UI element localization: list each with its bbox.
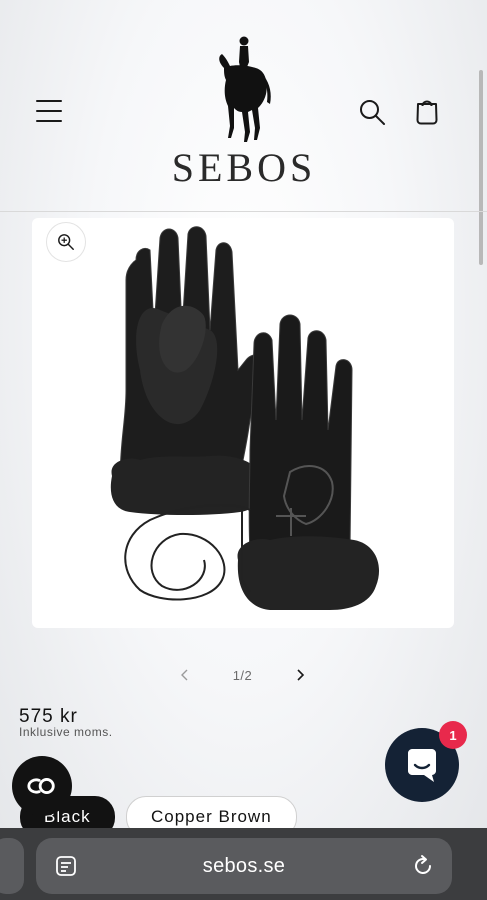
previous-tab-stub[interactable] [0,838,24,894]
zoom-button[interactable] [46,222,86,262]
slider-next-button[interactable] [285,660,315,690]
slider-prev-button[interactable] [170,660,200,690]
cart-button[interactable] [412,96,442,126]
site-header: SEBOS [0,0,487,212]
slider-counter: 1/2 [232,667,253,683]
browser-bottom-bar: sebos.se [0,828,487,900]
cart-icon [416,100,438,125]
tax-note: Inklusive moms. [19,725,113,739]
hamburger-icon [36,100,62,102]
chevron-left-icon [181,669,188,681]
accessibility-button[interactable] [12,756,72,816]
chat-icon [408,749,436,782]
chevron-right-icon [297,669,305,681]
slider-navigation: 1/2 [170,660,315,690]
address-bar[interactable]: sebos.se [36,838,452,894]
chat-notification-badge: 1 [439,721,467,749]
gloves-image[interactable] [100,220,390,620]
reload-icon[interactable] [410,853,436,879]
menu-button[interactable] [36,98,62,124]
search-icon [360,100,385,125]
brand-logo[interactable]: SEBOS [160,32,328,192]
brand-name: SEBOS [171,145,317,190]
accessibility-icon [27,778,55,794]
url-text[interactable]: sebos.se [36,855,452,878]
horse-rider-logo-icon [219,36,271,142]
zoom-in-icon [58,234,74,250]
search-button[interactable] [358,98,386,126]
